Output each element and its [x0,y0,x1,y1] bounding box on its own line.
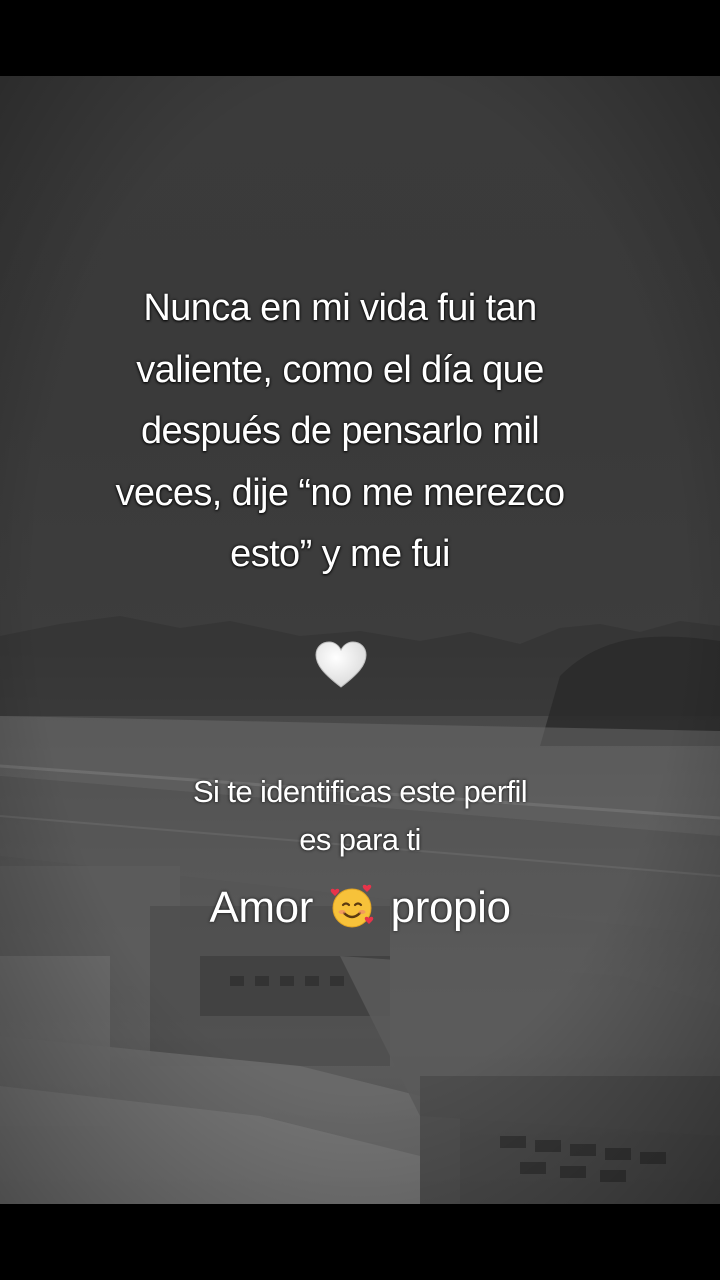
letterbox-top [0,0,720,76]
subtitle-line: Si te identificas este perfil [192,774,528,809]
title-word-propio: propio [390,883,511,932]
quote-line: después de pensarlo mil [140,410,540,452]
title-amor-propio: Amor propio [150,880,570,936]
title-word-amor: Amor [209,883,313,932]
quote-line: Nunca en mi vida fui tan [143,287,537,329]
smiling-face-with-hearts-icon [329,884,375,930]
quote-line: veces, dije “no me merezco [115,471,565,514]
letterbox-bottom [0,1204,720,1280]
subtitle-line: es para ti [299,822,421,857]
subtitle: Si te identificas este perfil es para ti [110,768,610,864]
quote-line: esto” y me fui [230,533,450,575]
quote-line: valiente, como el día que [136,348,544,391]
white-heart-icon [314,640,368,690]
quote-text: Nunca en mi vida fui tan valiente, como … [60,278,620,586]
